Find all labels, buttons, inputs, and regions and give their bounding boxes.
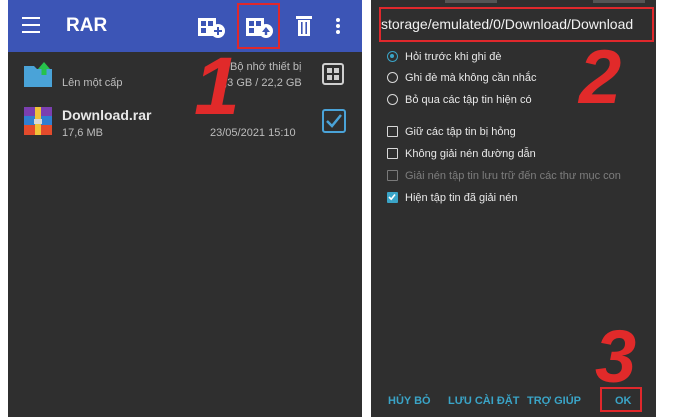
radio-button[interactable] — [387, 51, 398, 62]
save-settings-button[interactable]: LƯU CÀI ĐẶT — [448, 395, 519, 407]
radio-label: Hỏi trước khi ghi đè — [405, 51, 502, 63]
radio-button[interactable] — [387, 72, 398, 83]
file-size: 17,6 MB — [62, 127, 103, 139]
tab-indicator — [445, 0, 497, 3]
radio-label: Ghi đè mà không cần nhắc — [405, 72, 537, 84]
step-1-annotation: 1 — [194, 41, 240, 132]
tab-indicator-2 — [593, 0, 645, 3]
rar-archive-icon — [24, 107, 52, 135]
list-item-file[interactable]: Download.rar 17,6 MB 23/05/2021 15:10 — [8, 101, 362, 147]
checkbox-label: Hiện tập tin đã giải nén — [405, 192, 518, 204]
step-2-annotation: 2 — [579, 35, 622, 120]
up-level-label: Lên một cấp — [62, 77, 123, 89]
extract-highlight-box — [237, 3, 280, 49]
extract-options-dialog: storage/emulated/0/Download/Download Hỏi… — [371, 0, 656, 417]
list-item-up-level[interactable]: Lên một cấp Bộ nhớ thiết bị 3,3 GB / 22,… — [8, 54, 362, 100]
add-to-archive-icon[interactable] — [196, 12, 226, 40]
folder-up-icon — [24, 62, 52, 87]
check-icon — [388, 193, 396, 201]
checkbox-label: Giải nén tập tin lưu trữ đến các thư mục… — [405, 170, 621, 182]
file-name: Download.rar — [62, 107, 152, 123]
hamburger-menu-icon[interactable] — [22, 17, 40, 33]
help-button[interactable]: TRỢ GIÚP — [527, 395, 581, 407]
app-toolbar: RAR — [8, 0, 362, 52]
checkbox-label: Giữ các tập tin bị hỏng — [405, 126, 516, 138]
radio-label: Bỏ qua các tập tin hiện có — [405, 94, 532, 106]
checkbox-checked-icon[interactable] — [322, 109, 346, 133]
checkbox-label: Không giải nén đường dẫn — [405, 148, 536, 160]
step-3-annotation: 3 — [595, 315, 637, 398]
grid-select-icon[interactable] — [322, 63, 344, 85]
checkbox[interactable] — [387, 126, 398, 137]
checkbox — [387, 170, 398, 181]
radio-button[interactable] — [387, 94, 398, 105]
file-browser-panel: RAR Lên một cấp Bộ nhớ thiết bị 3,3 GB /… — [8, 0, 362, 417]
ok-highlight-box — [600, 387, 642, 412]
app-title: RAR — [66, 15, 108, 36]
checkbox[interactable] — [387, 148, 398, 159]
cancel-button[interactable]: HỦY BỎ — [388, 395, 431, 407]
storage-name: Bộ nhớ thiết bị — [230, 61, 302, 73]
checkbox[interactable] — [387, 192, 398, 203]
trash-icon[interactable] — [289, 12, 319, 40]
more-vert-icon[interactable] — [330, 12, 346, 40]
